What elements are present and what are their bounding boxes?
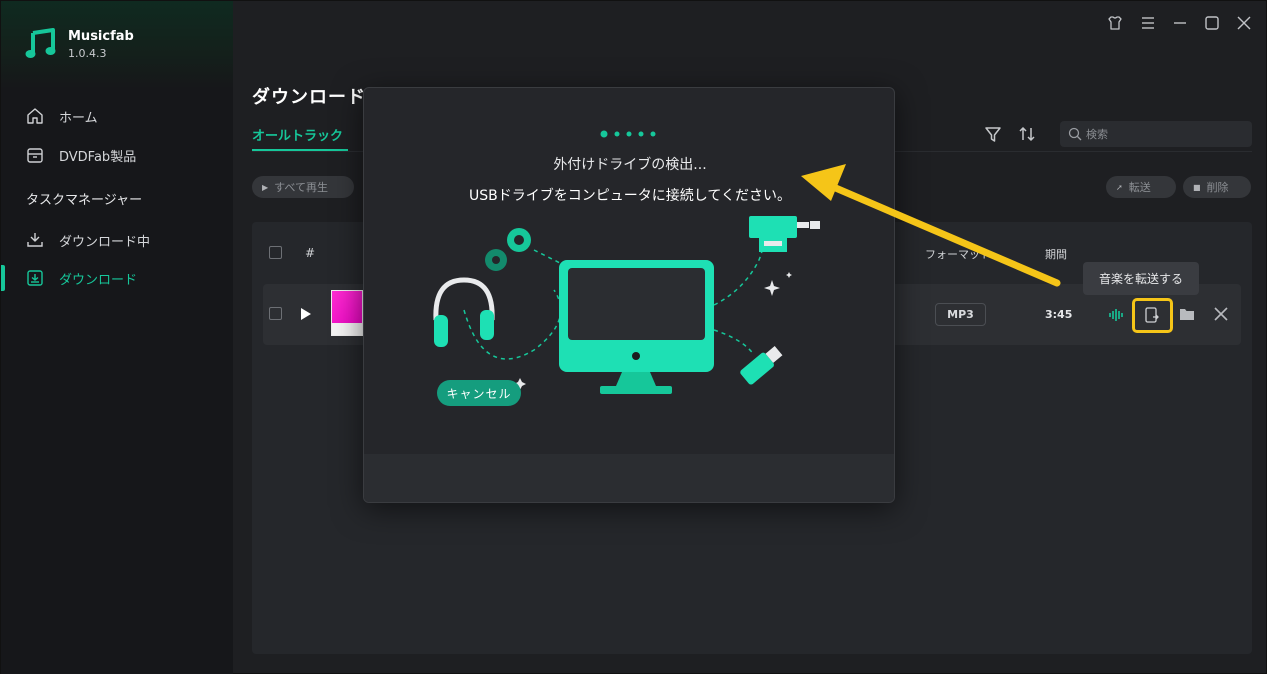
column-index: #	[305, 246, 316, 260]
sidebar-item-label: ダウンロード	[59, 272, 138, 288]
app-name: Musicfab	[68, 29, 134, 44]
folder-icon[interactable]	[1178, 305, 1196, 323]
sidebar-item-downloaded[interactable]: ダウンロード	[1, 260, 233, 296]
detect-drive-dialog: 外付けドライブの検出... USBドライブをコンピュータに接続してください。	[363, 87, 895, 503]
column-duration: 期間	[1045, 248, 1067, 261]
column-format: フォーマット	[925, 248, 991, 261]
sidebar-item-home[interactable]: ホーム	[1, 98, 233, 134]
delete-label: 削除	[1206, 181, 1229, 194]
transfer-arrow-icon: ➚	[1116, 182, 1123, 192]
maximize-icon[interactable]	[1202, 13, 1222, 33]
format-badge: MP3	[935, 303, 986, 326]
box-icon	[27, 148, 43, 163]
waveform-icon[interactable]	[1107, 306, 1125, 324]
sidebar: Musicfab 1.0.4.3 ホーム DVDFab製品 タスクマネージャー …	[1, 1, 233, 674]
sidebar-item-label: ホーム	[59, 110, 98, 126]
search-icon	[1068, 127, 1082, 141]
play-icon: ▶	[262, 182, 269, 192]
play-all-button[interactable]: ▶ すべて再生	[252, 176, 354, 198]
cancel-button[interactable]: キャンセル	[437, 380, 521, 406]
sidebar-item-dvdfab[interactable]: DVDFab製品	[1, 137, 233, 173]
row-checkbox[interactable]	[269, 307, 282, 320]
home-icon	[27, 108, 43, 124]
search-input[interactable]	[1086, 125, 1246, 143]
logo-icon	[25, 28, 56, 58]
app-version: 1.0.4.3	[68, 47, 107, 60]
play-all-label: すべて再生	[274, 181, 328, 194]
tab-all-tracks[interactable]: オールトラック	[252, 125, 343, 144]
play-icon[interactable]	[300, 307, 312, 321]
download-box-icon	[27, 270, 43, 286]
filter-icon[interactable]	[983, 124, 1003, 144]
album-thumbnail	[331, 290, 363, 336]
select-all-checkbox[interactable]	[269, 246, 282, 259]
brand-area: Musicfab 1.0.4.3	[1, 1, 233, 89]
loading-dots-icon	[600, 130, 656, 138]
dialog-status-text: 外付けドライブの検出...	[553, 157, 707, 173]
page-title: ダウンロード	[252, 87, 366, 108]
sidebar-item-downloading[interactable]: ダウンロード中	[1, 222, 233, 258]
delete-button[interactable]: ■ 削除	[1183, 176, 1251, 198]
track-duration: 3:45	[1045, 308, 1073, 321]
app-window: Musicfab 1.0.4.3 ホーム DVDFab製品 タスクマネージャー …	[0, 0, 1267, 674]
close-icon[interactable]	[1234, 13, 1254, 33]
sidebar-section-title: タスクマネージャー	[26, 193, 143, 208]
transfer-highlight	[1132, 298, 1173, 333]
dialog-footer	[364, 454, 894, 502]
sidebar-item-label: ダウンロード中	[59, 234, 151, 250]
transfer-button[interactable]: ➚ 転送	[1106, 176, 1176, 198]
menu-icon[interactable]	[1138, 13, 1158, 33]
remove-icon[interactable]	[1212, 305, 1230, 323]
trash-icon: ■	[1193, 182, 1201, 192]
minimize-icon[interactable]	[1170, 13, 1190, 33]
sort-icon[interactable]	[1017, 124, 1037, 144]
download-arrow-icon	[27, 233, 43, 247]
sidebar-item-label: DVDFab製品	[59, 149, 137, 165]
search-box	[1060, 121, 1252, 147]
transfer-tooltip: 音楽を転送する	[1083, 262, 1199, 295]
shirt-icon[interactable]	[1105, 13, 1125, 33]
dialog-instruction-text: USBドライブをコンピュータに接続してください。	[469, 188, 791, 204]
transfer-label: 転送	[1128, 181, 1151, 194]
